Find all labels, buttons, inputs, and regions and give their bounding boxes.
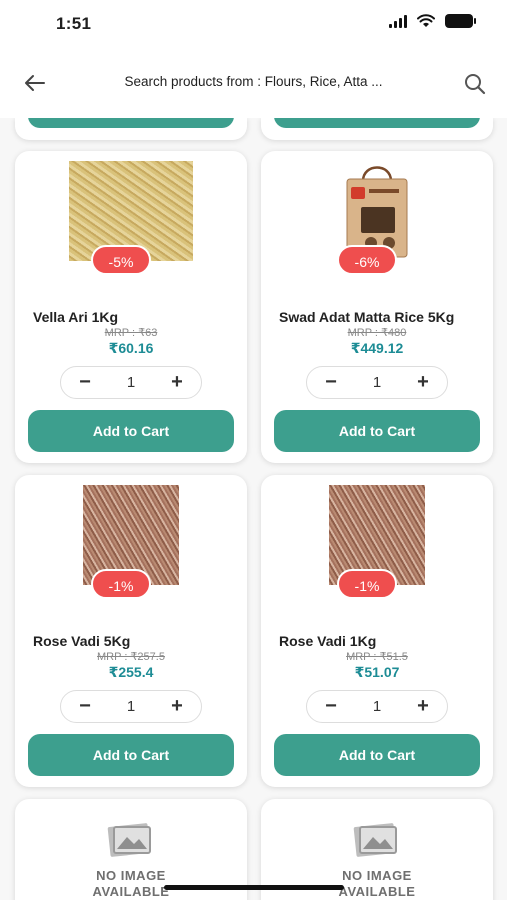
status-icons bbox=[389, 14, 476, 28]
increment-button[interactable]: + bbox=[167, 372, 187, 393]
battery-icon bbox=[445, 14, 476, 28]
no-image-line1: NO IMAGE bbox=[96, 868, 166, 883]
product-mrp: MRP : ₹257.5 bbox=[97, 651, 165, 663]
quantity-stepper: − 1 + bbox=[60, 366, 202, 399]
product-price: ₹60.16 bbox=[108, 340, 154, 356]
quantity-stepper: − 1 + bbox=[60, 690, 202, 723]
decrement-button[interactable]: − bbox=[321, 696, 341, 717]
increment-button[interactable]: + bbox=[413, 372, 433, 393]
product-card-partial bbox=[261, 118, 493, 140]
increment-button[interactable]: + bbox=[413, 696, 433, 717]
image-placeholder-icon bbox=[107, 823, 151, 857]
status-bar: 1:51 bbox=[0, 0, 507, 48]
quantity-value: 1 bbox=[126, 698, 136, 715]
quantity-value: 1 bbox=[372, 698, 382, 715]
product-grid[interactable]: -5% Vella Ari 1Kg MRP : ₹63 ₹60.16 − 1 +… bbox=[0, 118, 507, 900]
quantity-stepper: − 1 + bbox=[306, 690, 448, 723]
search-icon bbox=[465, 74, 486, 95]
quantity-stepper: − 1 + bbox=[306, 366, 448, 399]
wifi-icon bbox=[417, 14, 435, 27]
add-to-cart-button-partial[interactable] bbox=[28, 118, 234, 128]
product-mrp: MRP : ₹63 bbox=[104, 327, 158, 339]
product-name: Swad Adat Matta Rice 5Kg bbox=[279, 309, 455, 325]
add-to-cart-button[interactable]: Add to Cart bbox=[274, 410, 480, 452]
discount-badge: -5% bbox=[91, 245, 151, 275]
no-image-line1: NO IMAGE bbox=[342, 868, 412, 883]
add-to-cart-button-partial[interactable] bbox=[274, 118, 480, 128]
quantity-value: 1 bbox=[126, 374, 136, 391]
discount-badge: -1% bbox=[91, 569, 151, 599]
discount-badge: -6% bbox=[337, 245, 397, 275]
product-card-partial bbox=[15, 118, 247, 140]
add-to-cart-button[interactable]: Add to Cart bbox=[28, 410, 234, 452]
product-card[interactable]: -1% Rose Vadi 5Kg MRP : ₹257.5 ₹255.4 − … bbox=[15, 475, 247, 787]
product-card[interactable]: -5% Vella Ari 1Kg MRP : ₹63 ₹60.16 − 1 +… bbox=[15, 151, 247, 463]
home-indicator[interactable] bbox=[164, 885, 344, 890]
arrow-left-icon bbox=[25, 75, 45, 91]
search-header: Search products from : Flours, Rice, Att… bbox=[0, 48, 507, 118]
product-card[interactable]: -1% Rose Vadi 1Kg MRP : ₹51.5 ₹51.07 − 1… bbox=[261, 475, 493, 787]
add-to-cart-button[interactable]: Add to Cart bbox=[274, 734, 480, 776]
product-name: Vella Ari 1Kg bbox=[33, 309, 119, 325]
back-button[interactable] bbox=[20, 68, 50, 98]
decrement-button[interactable]: − bbox=[321, 372, 341, 393]
search-button[interactable] bbox=[461, 70, 489, 98]
product-mrp: MRP : ₹480 bbox=[347, 327, 407, 339]
add-to-cart-button[interactable]: Add to Cart bbox=[28, 734, 234, 776]
product-price: ₹255.4 bbox=[108, 664, 154, 680]
decrement-button[interactable]: − bbox=[75, 372, 95, 393]
product-mrp: MRP : ₹51.5 bbox=[346, 651, 408, 663]
signal-icon bbox=[389, 14, 407, 28]
product-price: ₹51.07 bbox=[354, 664, 400, 680]
increment-button[interactable]: + bbox=[167, 696, 187, 717]
decrement-button[interactable]: − bbox=[75, 696, 95, 717]
status-time: 1:51 bbox=[56, 14, 92, 33]
product-card[interactable]: -6% Swad Adat Matta Rice 5Kg MRP : ₹480 … bbox=[261, 151, 493, 463]
product-name: Rose Vadi 1Kg bbox=[279, 633, 377, 649]
discount-badge: -1% bbox=[337, 569, 397, 599]
image-placeholder-icon bbox=[353, 823, 397, 857]
quantity-value: 1 bbox=[372, 374, 382, 391]
product-price: ₹449.12 bbox=[350, 340, 404, 356]
search-bar-text[interactable]: Search products from : Flours, Rice, Att… bbox=[74, 74, 433, 89]
product-name: Rose Vadi 5Kg bbox=[33, 633, 131, 649]
